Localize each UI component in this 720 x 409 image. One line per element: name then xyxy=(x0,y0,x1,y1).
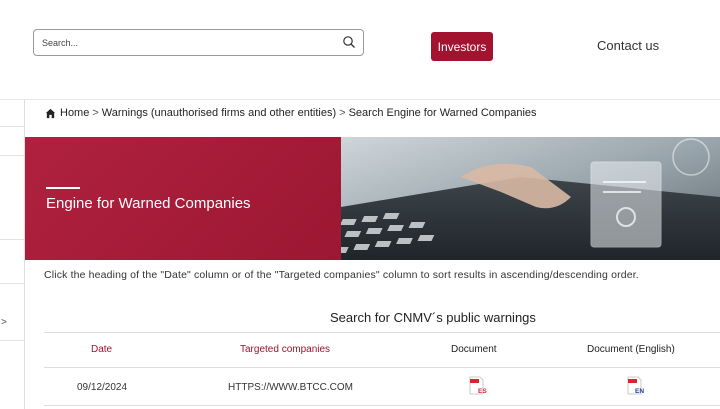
pdf-es-badge: ES xyxy=(478,388,487,395)
breadcrumb-separator: > xyxy=(92,107,99,119)
pdf-es-icon[interactable]: ES xyxy=(469,376,487,396)
breadcrumb-separator: > xyxy=(339,107,346,119)
sidebar-divider xyxy=(0,126,24,127)
page-banner: Engine for Warned Companies xyxy=(25,137,720,260)
site-header: Investors Contact us xyxy=(0,0,720,99)
column-header-date[interactable]: Date xyxy=(91,344,112,355)
column-header-document-english: Document (English) xyxy=(587,344,675,355)
search-input[interactable] xyxy=(42,35,342,51)
chevron-right-icon[interactable]: > xyxy=(1,317,7,328)
investors-button[interactable]: Investors xyxy=(431,32,493,61)
banner-rule xyxy=(46,187,80,189)
table-row-divider xyxy=(44,405,720,406)
breadcrumb-home[interactable]: Home xyxy=(60,107,89,119)
header-divider xyxy=(0,99,720,100)
breadcrumb: Home > Warnings (unauthorised firms and … xyxy=(45,107,537,119)
sidebar-divider xyxy=(0,340,24,341)
pdf-en-icon[interactable]: EN xyxy=(627,376,645,396)
table-divider xyxy=(44,332,720,333)
table-header-divider xyxy=(44,367,720,368)
home-icon[interactable] xyxy=(45,108,56,119)
column-header-document: Document xyxy=(451,344,497,355)
sidebar-divider xyxy=(0,155,24,156)
contact-us-link[interactable]: Contact us xyxy=(597,38,659,53)
row-date: 09/12/2024 xyxy=(77,382,128,393)
table-title: Search for CNMV´s public warnings xyxy=(330,310,536,325)
column-header-targeted-companies[interactable]: Targeted companies xyxy=(240,344,330,355)
sidebar: > xyxy=(0,100,25,409)
row-company: HTTPS://WWW.BTCC.COM xyxy=(228,382,353,393)
banner-laptop-image xyxy=(341,137,720,260)
sort-instructions: Click the heading of the "Date" column o… xyxy=(44,269,639,281)
sidebar-divider xyxy=(0,239,24,240)
search-box[interactable] xyxy=(33,29,364,56)
sidebar-divider xyxy=(0,283,24,284)
breadcrumb-current: Search Engine for Warned Companies xyxy=(348,107,537,119)
page-title: Engine for Warned Companies xyxy=(46,195,251,212)
pdf-en-badge: EN xyxy=(635,388,644,395)
breadcrumb-warnings[interactable]: Warnings (unauthorised firms and other e… xyxy=(102,107,336,119)
search-icon[interactable] xyxy=(342,35,356,49)
